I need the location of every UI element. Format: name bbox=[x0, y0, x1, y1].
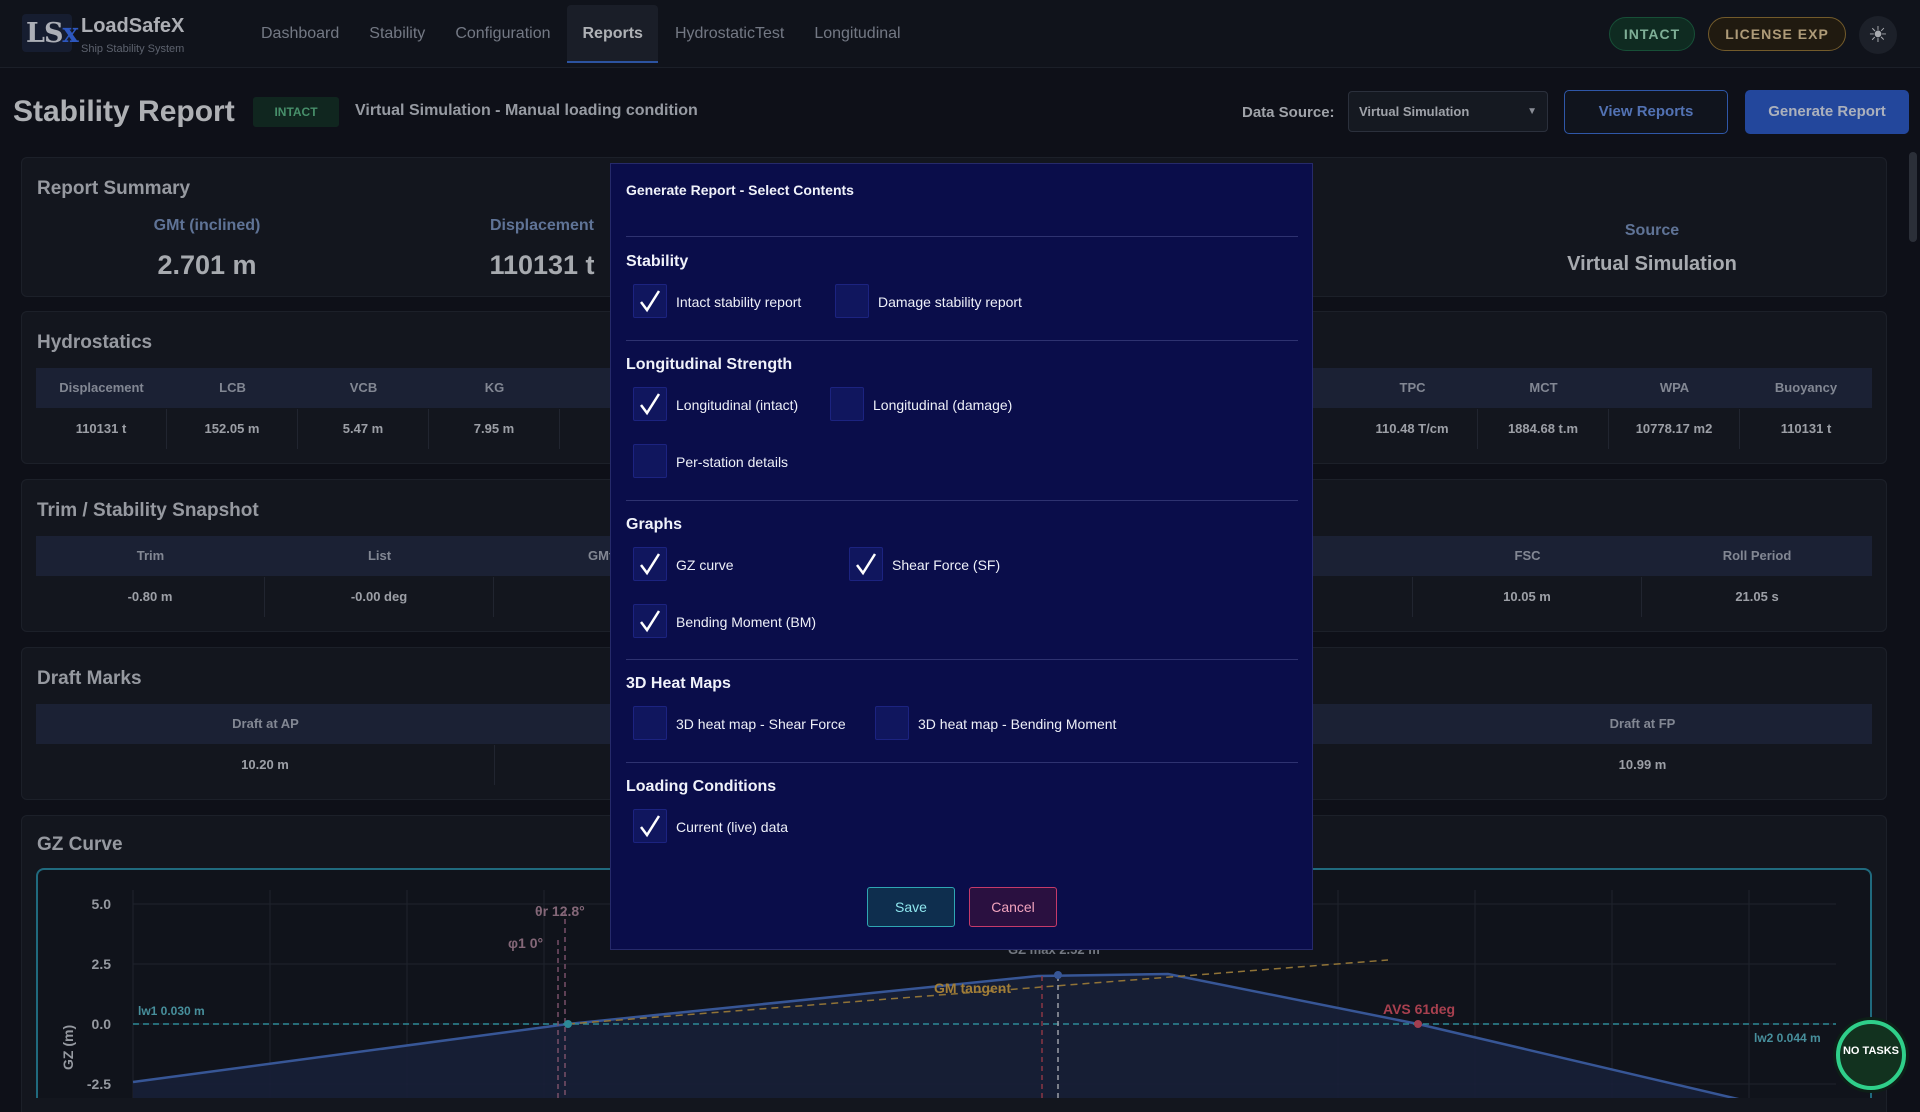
section-heatmaps: 3D Heat Maps bbox=[626, 675, 731, 692]
damage-stability-label: Damage stability report bbox=[878, 294, 1022, 310]
check-icon bbox=[640, 610, 661, 633]
current-data-label: Current (live) data bbox=[676, 819, 789, 835]
current-data-checkbox[interactable] bbox=[633, 809, 667, 843]
check-icon bbox=[640, 815, 661, 838]
intact-stability-label: Intact stability report bbox=[676, 294, 802, 310]
section-loading-conditions: Loading Conditions bbox=[626, 778, 777, 795]
save-button[interactable]: Save bbox=[867, 887, 955, 927]
check-icon bbox=[640, 290, 661, 313]
divider bbox=[626, 236, 1298, 237]
per-station-checkbox[interactable] bbox=[633, 444, 667, 478]
check-icon bbox=[640, 553, 661, 576]
divider bbox=[626, 340, 1298, 341]
generate-report-dialog: Generate Report - Select Contents Stabil… bbox=[610, 163, 1313, 950]
heatmap-bending-moment-checkbox[interactable] bbox=[875, 706, 909, 740]
damage-stability-checkbox[interactable] bbox=[835, 284, 869, 318]
dialog-title: Generate Report - Select Contents bbox=[626, 182, 854, 198]
gz-curve-checkbox[interactable] bbox=[633, 547, 667, 581]
heatmap-shear-force-label: 3D heat map - Shear Force bbox=[676, 716, 846, 732]
longitudinal-damage-checkbox[interactable] bbox=[830, 387, 864, 421]
divider bbox=[626, 762, 1298, 763]
shear-force-label: Shear Force (SF) bbox=[892, 557, 1001, 573]
longitudinal-intact-label: Longitudinal (intact) bbox=[676, 397, 799, 413]
check-icon bbox=[640, 393, 661, 416]
tasks-status-button[interactable]: NO TASKS bbox=[1836, 1020, 1906, 1090]
check-icon bbox=[856, 553, 877, 576]
cancel-button[interactable]: Cancel bbox=[969, 887, 1057, 927]
intact-stability-checkbox[interactable] bbox=[633, 284, 667, 318]
divider bbox=[626, 659, 1298, 660]
longitudinal-damage-label: Longitudinal (damage) bbox=[873, 397, 1013, 413]
shear-force-checkbox[interactable] bbox=[849, 547, 883, 581]
divider bbox=[626, 500, 1298, 501]
heatmap-shear-force-checkbox[interactable] bbox=[633, 706, 667, 740]
per-station-label: Per-station details bbox=[676, 454, 789, 470]
gz-curve-label: GZ curve bbox=[676, 557, 734, 573]
section-stability: Stability bbox=[626, 253, 689, 270]
heatmap-bending-moment-label: 3D heat map - Bending Moment bbox=[918, 716, 1117, 732]
bending-moment-label: Bending Moment (BM) bbox=[676, 614, 817, 630]
section-graphs: Graphs bbox=[626, 516, 683, 533]
longitudinal-intact-checkbox[interactable] bbox=[633, 387, 667, 421]
bending-moment-checkbox[interactable] bbox=[633, 604, 667, 638]
section-longitudinal: Longitudinal Strength bbox=[626, 356, 793, 373]
tasks-status-label: NO TASKS bbox=[1842, 1045, 1900, 1057]
